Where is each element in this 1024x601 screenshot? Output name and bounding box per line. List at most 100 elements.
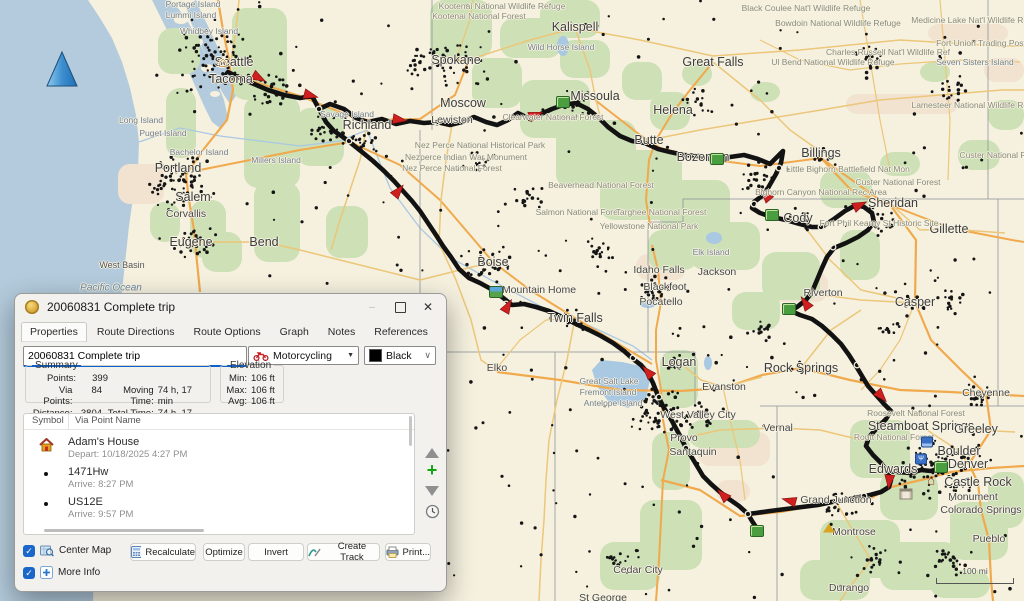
via-point-row[interactable]: 1471HwArrive: 8:27 PM [24,466,414,490]
avg-value: 106 ft [247,396,275,408]
recalculate-button[interactable]: Recalculate [130,543,196,561]
vertical-scrollbar[interactable] [409,416,412,446]
mountain-home-waypoint-icon[interactable] [489,286,503,298]
recalculate-label: Recalculate [145,547,195,558]
forest-area [254,182,300,262]
forest-area [690,222,760,270]
south-waypoint-icon[interactable] [750,525,764,537]
lake [706,232,722,244]
road [539,318,575,601]
tab-properties[interactable]: Properties [21,322,87,342]
chevron-down-icon: ▼ [347,352,354,359]
horizontal-scrollbar[interactable] [44,529,204,532]
summary-group: Summary Points:399 Via Points:84Moving T… [25,360,211,403]
minimize-button[interactable]: – [358,294,386,320]
move-down-button[interactable] [425,486,439,496]
adams-house-waypoint-icon[interactable]: ⌂ [218,57,227,69]
create-track-button[interactable]: Create Track [307,543,380,561]
points-value: 399 [76,373,108,385]
tab-bar: PropertiesRoute DirectionsRoute OptionsG… [21,321,438,342]
forest-area [430,0,492,58]
forest-area [732,292,780,330]
via-point-name-column-header[interactable]: Via Point Name [68,414,414,429]
more-info-icon [40,566,53,579]
via-point-list[interactable]: Symbol Via Point Name Adam's HouseDepart… [23,413,415,535]
cody-waypoint-icon[interactable] [765,209,779,221]
forest-area [880,152,920,176]
tab-route-directions[interactable]: Route Directions [88,322,184,342]
tab-route-options[interactable]: Route Options [184,322,269,342]
center-map-checkbox[interactable]: ✓ [23,545,35,557]
via-point-row[interactable]: Adam's HouseDepart: 10/18/2025 4:27 PM [24,436,414,460]
center-map-label: Center Map [59,545,111,556]
more-info-checkbox[interactable]: ✓ [23,567,35,579]
route-direction-arrow [781,494,797,507]
tab-notes[interactable]: Notes [319,322,364,342]
chevron-down-icon: ∨ [424,350,431,361]
island [210,91,220,97]
move-up-button[interactable] [425,448,439,458]
invert-button[interactable]: Invert [248,543,304,561]
road [976,430,1015,432]
via-point-name: Adam's House [68,436,187,448]
avg-label: Avg: [225,396,247,408]
bank-icon[interactable] [900,489,913,500]
color-swatch [369,349,382,362]
close-icon[interactable]: ✕ [414,294,442,320]
red-house-icon[interactable]: ⌂ [927,475,935,486]
optimize-button[interactable]: Optimize [203,543,245,561]
missoula-waypoint-icon[interactable] [556,96,570,108]
road [439,125,497,371]
elevation-legend: Elevation [227,360,274,371]
app-window: SeattleTacomaPortlandSalemCorvallisEugen… [0,0,1024,601]
haystack-icon[interactable] [823,524,835,533]
lodging-icon[interactable] [921,437,933,448]
road [497,318,575,368]
min-value: 106 ft [247,373,275,385]
house-icon [24,436,68,460]
forest-area [750,82,780,102]
riverton-waypoint-icon[interactable] [782,303,796,315]
clock-icon [425,504,440,519]
tab-graph[interactable]: Graph [271,322,318,342]
via-point-name: US12E [68,496,133,508]
tab-references[interactable]: References [365,322,437,342]
clock-button[interactable] [419,504,445,522]
print-button[interactable]: Print... [385,543,431,561]
create-track-label: Create Track [325,541,379,563]
add-via-point-button[interactable]: + [419,462,445,478]
symbol-column-header[interactable]: Symbol [24,414,68,429]
color-value: Black [386,350,420,362]
moving-time-label: Moving Time: [102,385,154,408]
forest-area [622,62,662,100]
denver-waypoint-icon[interactable] [934,461,948,473]
forest-area [800,560,870,600]
list-header: Symbol Via Point Name [24,414,414,430]
elevation-group: Elevation Min:106 ft Max:106 ft Avg:106 … [220,360,284,403]
color-dropdown[interactable]: Black ∨ [364,346,436,365]
printer-icon [386,546,399,558]
lake [557,36,569,56]
desert-area [846,94,958,114]
moving-time-value: 74 h, 17 min [154,385,206,408]
print-label: Print... [403,547,430,558]
via-point-row[interactable]: US12EArrive: 9:57 PM [24,496,414,520]
forest-area [930,570,990,598]
via-points-label: Via Points: [30,385,72,408]
road [893,206,1005,233]
via-point-detail: Depart: 10/18/2025 4:27 PM [68,449,187,460]
island [174,16,188,24]
invert-label: Invert [264,547,288,558]
forest-area [660,350,698,408]
via-point-detail: Arrive: 8:27 PM [68,479,133,490]
bozeman-waypoint-icon[interactable] [710,153,724,165]
points-label: Points: [30,373,76,385]
dialog-titlebar[interactable]: 20060831 Complete trip – ✕ [15,294,446,320]
road [649,90,1024,140]
via-point-name: 1471Hw [68,466,133,478]
lake [704,356,712,370]
forest-area [540,0,600,38]
maximize-button[interactable] [386,294,414,320]
forest-area [988,100,1024,130]
restaurant-icon[interactable]: Ψ [915,454,927,465]
